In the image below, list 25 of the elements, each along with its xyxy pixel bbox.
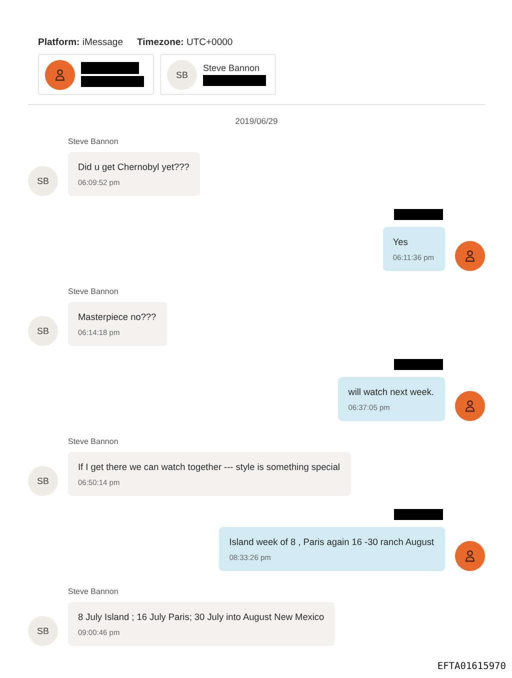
- person-icon: [465, 250, 475, 262]
- document-id: EFTA01615970: [437, 661, 506, 672]
- date-separator: 2019/06/29: [234, 116, 279, 126]
- sender-name: Steve Bannon: [68, 437, 118, 446]
- message-text: Did u get Chernobyl yet???: [78, 162, 190, 172]
- sender-name: Steve Bannon: [68, 287, 118, 296]
- person-icon: [465, 550, 475, 562]
- message-text: will watch next week.: [348, 387, 434, 397]
- message-text: Masterpiece no???: [78, 312, 156, 322]
- message-text: Yes: [392, 237, 409, 247]
- platform-label: Platform: iMessage: [38, 37, 124, 48]
- initials-avatar: SB: [28, 166, 58, 196]
- participant-name: Steve Bannon: [203, 63, 261, 73]
- message-text: If I get there we can watch together --- style is something special: [78, 462, 340, 472]
- message-text: 8 July Island ; 16 July Paris; 30 July into August New Mexico: [78, 612, 324, 622]
- sender-name: Steve Bannon: [68, 137, 118, 146]
- initials-avatar: SB: [167, 60, 197, 90]
- sender-name: Steve Bannon: [68, 587, 118, 596]
- timezone-label: Timezone: UTC+0000: [137, 37, 233, 48]
- person-icon: [465, 400, 475, 412]
- initials-avatar: SB: [28, 616, 58, 646]
- initials-avatar: SB: [28, 466, 58, 496]
- person-icon: [55, 68, 65, 80]
- initials-avatar: SB: [28, 316, 58, 346]
- message-text: Island week of 8 , Paris again 16 -30 ranch August: [229, 537, 434, 547]
